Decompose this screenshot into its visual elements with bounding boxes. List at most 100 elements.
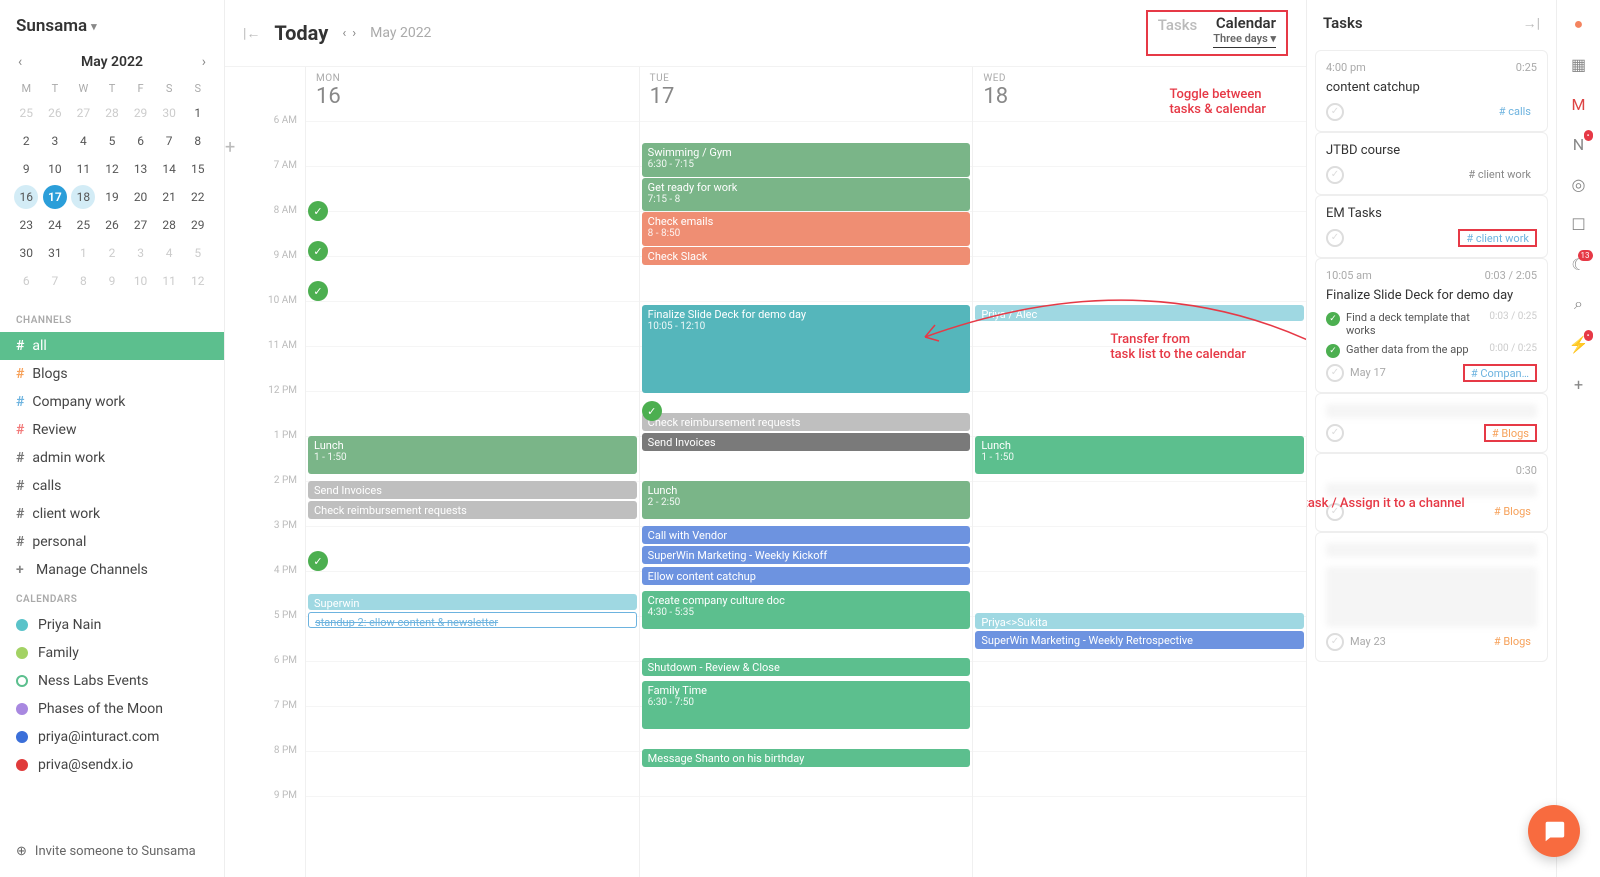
- mini-cal-day[interactable]: 22: [186, 185, 210, 209]
- calendar-event[interactable]: Priya<>Sukita: [975, 613, 1304, 629]
- task-tag[interactable]: # Blogs: [1486, 425, 1535, 442]
- calendar-event[interactable]: SuperWin Marketing - Weekly Kickoff: [642, 546, 971, 564]
- mini-cal-day[interactable]: 23: [14, 213, 38, 237]
- workspace-switcher[interactable]: Sunsama ▾: [0, 8, 224, 48]
- mini-cal-day[interactable]: 9: [14, 157, 38, 181]
- task-card[interactable]: ✓May 23# Blogs: [1315, 532, 1548, 662]
- collapse-left-icon[interactable]: |←: [243, 25, 260, 42]
- mini-cal-day[interactable]: 7: [43, 269, 67, 293]
- mini-cal-day[interactable]: 27: [129, 213, 153, 237]
- mini-cal-day[interactable]: 30: [157, 101, 181, 125]
- manage-channels-button[interactable]: + Manage Channels: [0, 556, 224, 584]
- mini-cal-day[interactable]: 24: [43, 213, 67, 237]
- gmail-icon[interactable]: M: [1569, 94, 1589, 114]
- mini-cal-day[interactable]: 15: [186, 157, 210, 181]
- calendar-event[interactable]: Get ready for work7:15 - 8: [642, 178, 971, 211]
- mini-cal-day[interactable]: 28: [157, 213, 181, 237]
- mini-cal-day[interactable]: 12: [100, 157, 124, 181]
- mini-cal-day[interactable]: 6: [14, 269, 38, 293]
- sunsama-icon[interactable]: ●: [1569, 14, 1589, 34]
- calendar-item[interactable]: priya@inturact.com: [0, 723, 224, 751]
- mini-cal-day[interactable]: 10: [43, 157, 67, 181]
- mini-cal-day[interactable]: 2: [100, 241, 124, 265]
- task-check[interactable]: ✓: [1326, 503, 1344, 521]
- collapse-right-icon[interactable]: →|: [1523, 15, 1540, 32]
- calendar-event[interactable]: Check reimbursement requests: [308, 501, 637, 519]
- mini-cal-day[interactable]: 18: [71, 185, 95, 209]
- intercom-button[interactable]: [1528, 805, 1580, 857]
- task-tag[interactable]: # Blogs: [1488, 503, 1537, 520]
- task-check[interactable]: ✓: [1326, 633, 1344, 651]
- channel-company-work[interactable]: #Company work: [0, 388, 224, 416]
- task-card[interactable]: EM Tasks✓# client work: [1315, 195, 1548, 258]
- channel-review[interactable]: #Review: [0, 416, 224, 444]
- mini-cal-day[interactable]: 6: [129, 129, 153, 153]
- mini-cal-day[interactable]: 12: [186, 269, 210, 293]
- task-check[interactable]: ✓: [1326, 364, 1344, 382]
- mini-cal-day[interactable]: 9: [100, 269, 124, 293]
- tasks-view-tab[interactable]: Tasks: [1158, 14, 1198, 34]
- task-check[interactable]: ✓: [1326, 229, 1344, 247]
- task-card[interactable]: JTBD course✓# client work: [1315, 132, 1548, 195]
- invite-button[interactable]: ⊕ Invite someone to Sunsama: [0, 834, 224, 869]
- mini-cal-day[interactable]: 17: [43, 185, 67, 209]
- task-check[interactable]: ✓: [1326, 166, 1344, 184]
- channel-admin-work[interactable]: #admin work: [0, 444, 224, 472]
- calendar-event[interactable]: Message Shanto on his birthday: [642, 749, 971, 767]
- channel-calls[interactable]: #calls: [0, 472, 224, 500]
- calendar-event[interactable]: Send Invoices: [308, 481, 637, 499]
- calendar-event[interactable]: Lunch2 - 2:50: [642, 481, 971, 519]
- calendar-event[interactable]: SuperWin Marketing - Weekly Retrospectiv…: [975, 631, 1304, 649]
- calendar-event[interactable]: Check reimbursement requests: [642, 413, 971, 431]
- mini-cal-day[interactable]: 11: [71, 157, 95, 181]
- mini-cal-day[interactable]: 29: [186, 213, 210, 237]
- mini-cal-day[interactable]: 19: [100, 185, 124, 209]
- mini-cal-day[interactable]: 4: [71, 129, 95, 153]
- mini-cal-day[interactable]: 8: [186, 129, 210, 153]
- moon-icon[interactable]: ☾13: [1569, 254, 1589, 274]
- mini-cal-day[interactable]: 30: [14, 241, 38, 265]
- calendar-event[interactable]: Create company culture doc4:30 - 5:35: [642, 591, 971, 629]
- mini-cal-day[interactable]: 2: [14, 129, 38, 153]
- calendar-item[interactable]: Phases of the Moon: [0, 695, 224, 723]
- task-card[interactable]: ✓# Blogs: [1315, 393, 1548, 453]
- next-month-button[interactable]: ›: [196, 52, 212, 72]
- calendar-event[interactable]: Superwin: [308, 594, 637, 610]
- mini-cal-day[interactable]: 27: [71, 101, 95, 125]
- calendar-view-tab[interactable]: Calendar Three days ▾: [1213, 14, 1276, 48]
- calendar-event[interactable]: Lunch1 - 1:50: [975, 436, 1304, 474]
- today-button[interactable]: Today: [274, 21, 328, 45]
- mini-cal-day[interactable]: 31: [43, 241, 67, 265]
- mini-cal-day[interactable]: 5: [186, 241, 210, 265]
- add-integration-icon[interactable]: +: [1569, 374, 1589, 394]
- calendar-event[interactable]: Family Time6:30 - 7:50: [642, 681, 971, 729]
- task-tag[interactable]: # client work: [1462, 166, 1537, 183]
- mini-cal-day[interactable]: 11: [157, 269, 181, 293]
- mini-cal-day[interactable]: 3: [129, 241, 153, 265]
- calendar-event[interactable]: standup 2: ellow content & newsletter: [308, 612, 637, 628]
- next-period-button[interactable]: ›: [352, 26, 356, 41]
- mini-cal-day[interactable]: 8: [71, 269, 95, 293]
- calendar-event[interactable]: Shutdown - Review & Close: [642, 658, 971, 676]
- target-icon[interactable]: ◎: [1569, 174, 1589, 194]
- prev-period-button[interactable]: ‹: [342, 26, 346, 41]
- mini-cal-day[interactable]: 25: [71, 213, 95, 237]
- channel-blogs[interactable]: #Blogs: [0, 360, 224, 388]
- mini-cal-day[interactable]: 1: [71, 241, 95, 265]
- mini-cal-day[interactable]: 5: [100, 129, 124, 153]
- task-card[interactable]: 4:00 pm0:25content catchup✓# calls: [1315, 50, 1548, 132]
- mini-cal-day[interactable]: 26: [43, 101, 67, 125]
- calendar-event[interactable]: Swimming / Gym6:30 - 7:15: [642, 143, 971, 177]
- mini-cal-day[interactable]: 20: [129, 185, 153, 209]
- task-tag[interactable]: # Compan…: [1465, 365, 1535, 382]
- mini-cal-day[interactable]: 28: [100, 101, 124, 125]
- mini-cal-day[interactable]: 7: [157, 129, 181, 153]
- task-tag[interactable]: # Blogs: [1488, 633, 1537, 650]
- calendar-event[interactable]: Send Invoices: [642, 433, 971, 451]
- calendar-event[interactable]: Ellow content catchup: [642, 567, 971, 585]
- task-check[interactable]: ✓: [1326, 103, 1344, 121]
- channel-client-work[interactable]: #client work: [0, 500, 224, 528]
- search-icon[interactable]: ⌕: [1569, 294, 1589, 314]
- mini-cal-day[interactable]: 16: [14, 185, 38, 209]
- channel-personal[interactable]: #personal: [0, 528, 224, 556]
